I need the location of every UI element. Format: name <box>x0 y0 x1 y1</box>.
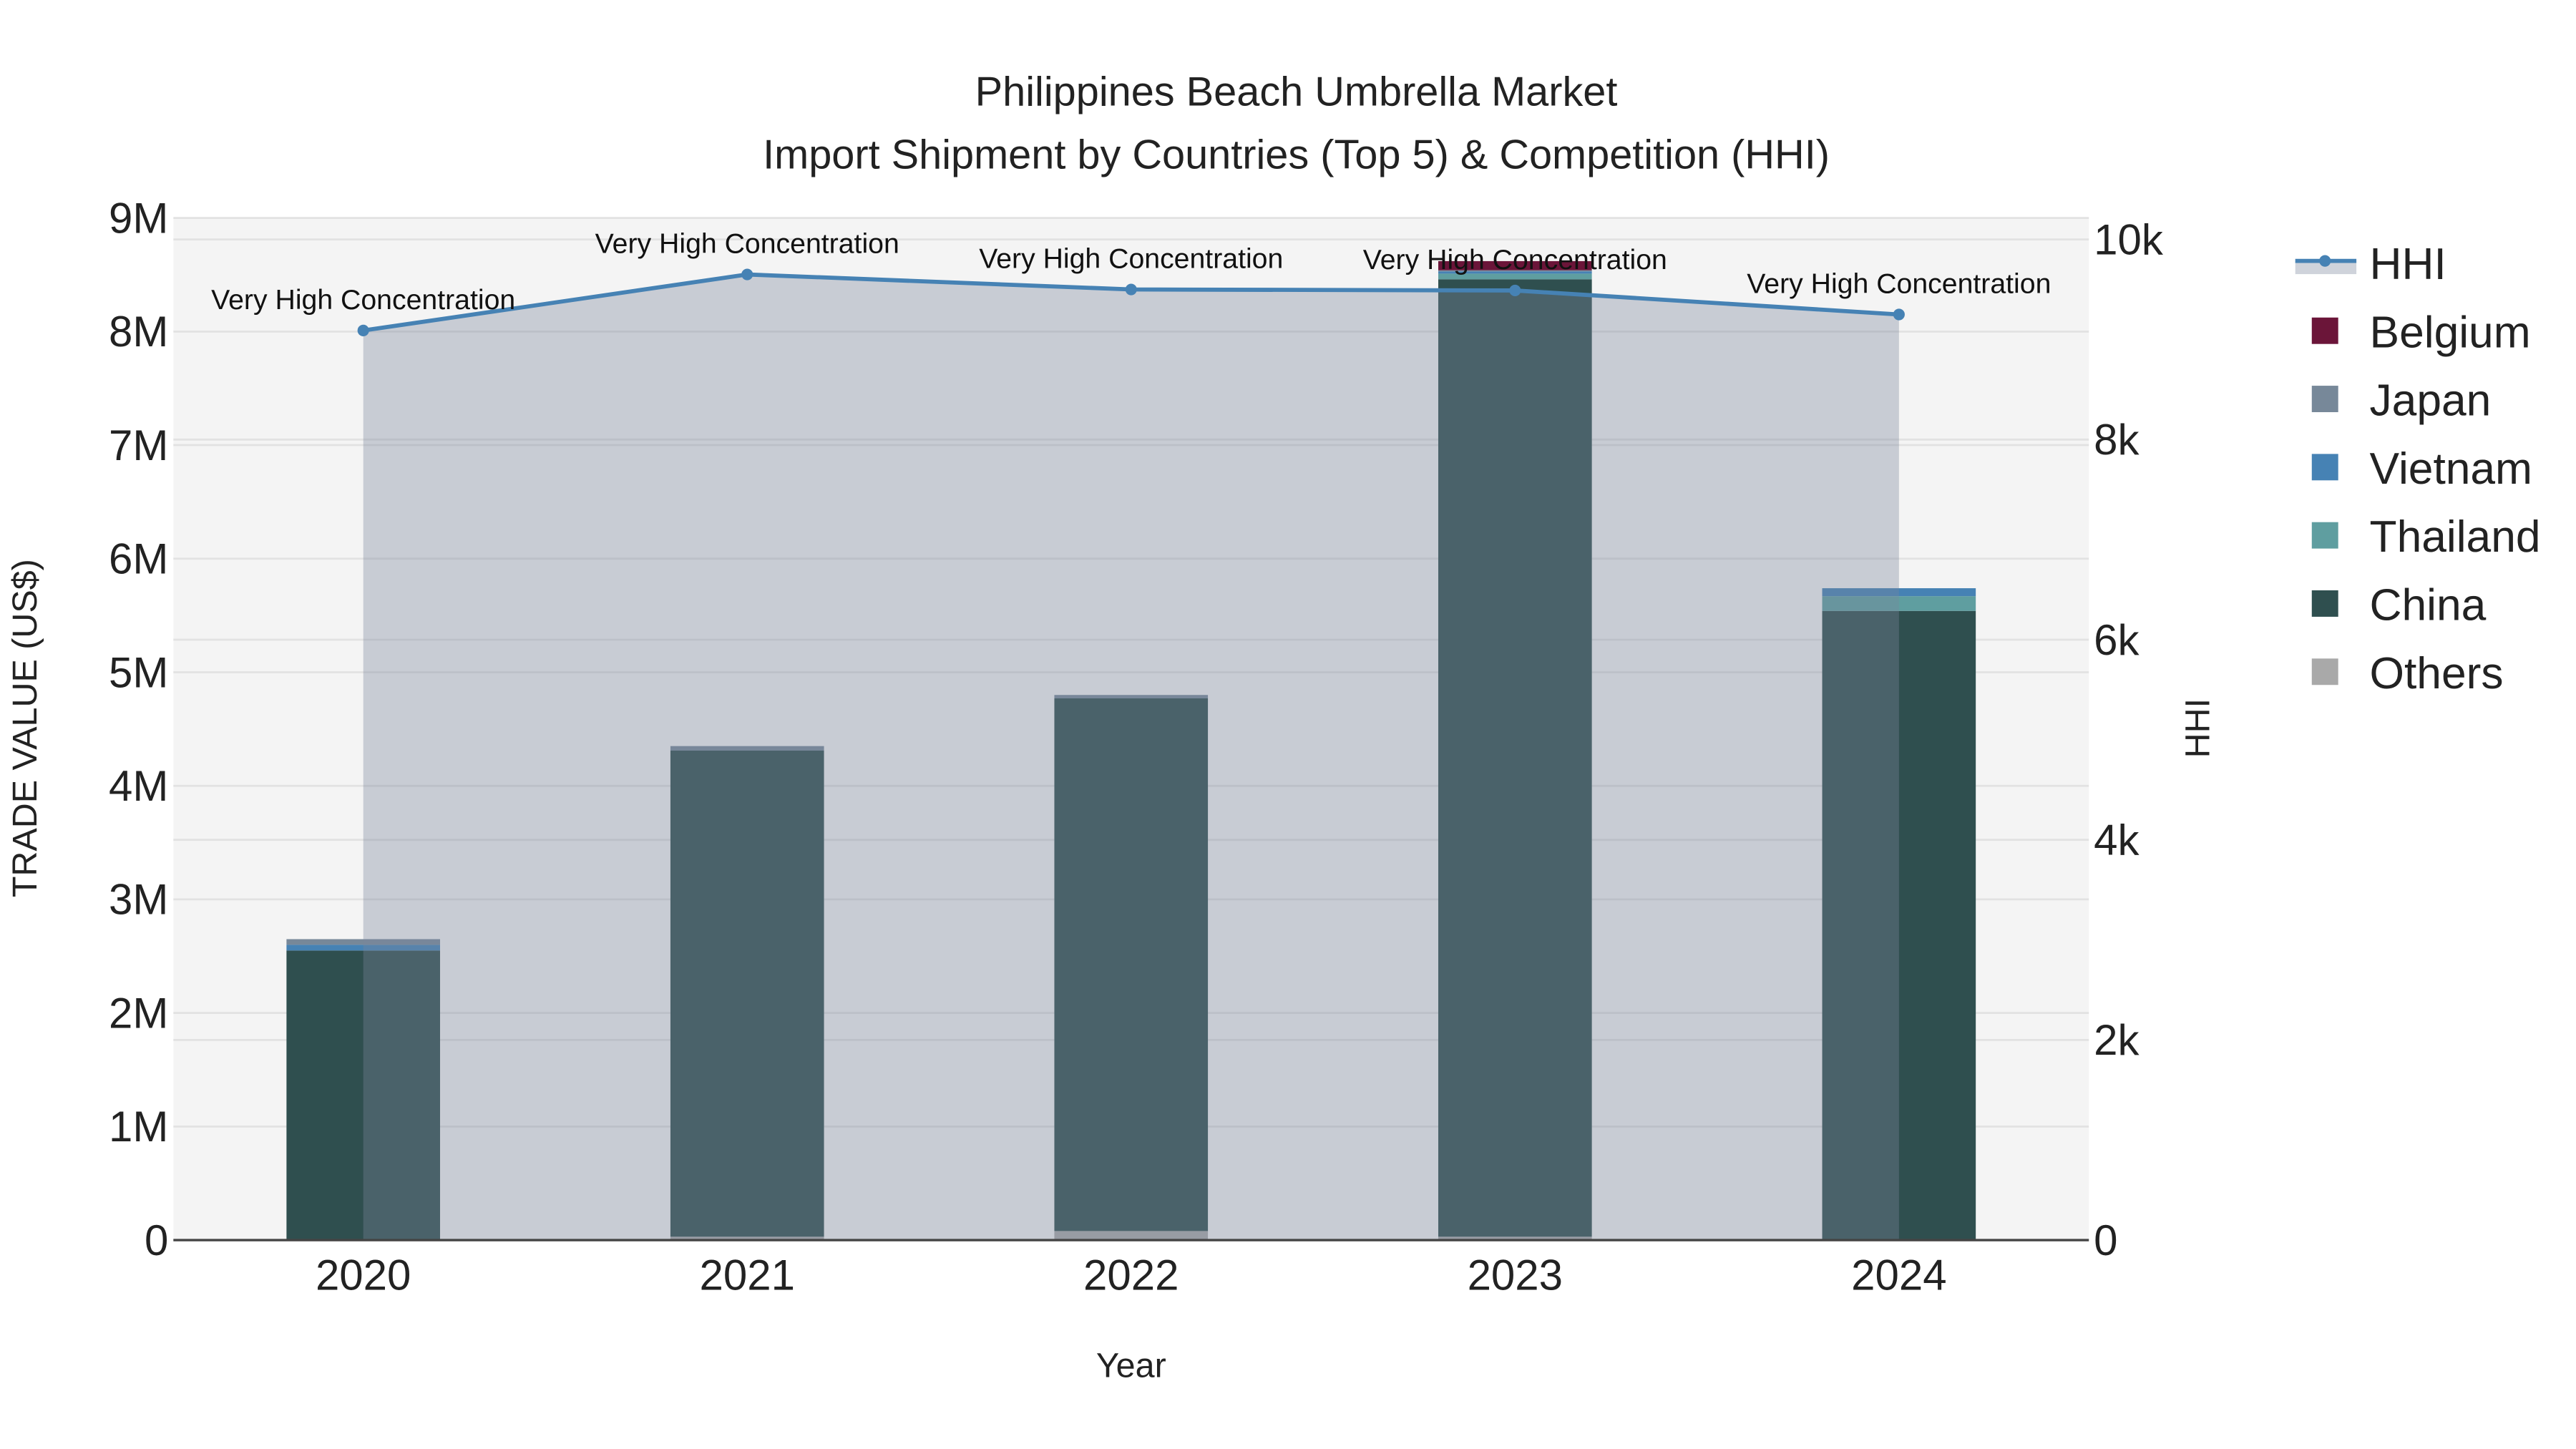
hhi-point <box>357 324 369 336</box>
y-tick-label: 2M <box>109 989 168 1037</box>
y-tick-label: 9M <box>109 194 168 242</box>
y-axis-title: TRADE VALUE (US$) <box>6 559 44 897</box>
x-tick-label: 2020 <box>316 1251 411 1299</box>
legend-swatch-china <box>2311 590 2338 617</box>
y-axis-ticks: 0 1M 2M 3M 4M 5M 6M 7M 8M 9M <box>109 194 168 1264</box>
x-tick-label: 2021 <box>699 1251 794 1299</box>
x-tick-label: 2023 <box>1468 1251 1563 1299</box>
hhi-annotation: Very High Concentration <box>595 228 899 260</box>
hhi-annotation: Very High Concentration <box>979 243 1283 275</box>
y-tick-label: 8M <box>109 308 168 356</box>
y2-tick-label: 6k <box>2094 616 2140 664</box>
legend-swatch-japan <box>2311 386 2338 412</box>
hhi-annotation: Very High Concentration <box>1747 268 2051 300</box>
chart-title-line1: Philippines Beach Umbrella Market <box>975 69 1618 115</box>
hhi-point <box>1509 284 1521 297</box>
y-tick-label: 1M <box>109 1103 168 1151</box>
hhi-point <box>1893 308 1905 321</box>
y2-tick-label: 4k <box>2094 816 2140 864</box>
hhi-area <box>363 274 1899 1241</box>
x-axis-ticks: 2020 2021 2022 2023 2024 <box>316 1251 1947 1299</box>
legend-label-others: Others <box>2370 649 2504 698</box>
x-tick-label: 2024 <box>1851 1251 1946 1299</box>
legend-swatch-thailand <box>2311 522 2338 549</box>
legend-label-belgium: Belgium <box>2370 308 2531 357</box>
y2-tick-label: 8k <box>2094 416 2140 464</box>
legend-swatch-others <box>2311 658 2338 686</box>
y2-axis-ticks: 0 2k 4k 6k 8k 10k <box>2094 215 2164 1264</box>
hhi-series: Very High Concentration Very High Concent… <box>211 228 2051 1241</box>
y-tick-label: 4M <box>109 762 168 810</box>
y2-tick-label: 10k <box>2094 215 2164 263</box>
y-tick-label: 5M <box>109 648 168 696</box>
legend-label-thailand: Thailand <box>2370 512 2541 562</box>
y-tick-label: 6M <box>109 535 168 583</box>
hhi-annotation: Very High Concentration <box>211 284 515 316</box>
legend-swatch-belgium <box>2311 317 2338 344</box>
chart-title-line2: Import Shipment by Countries (Top 5) & C… <box>763 132 1830 177</box>
legend-label-china: China <box>2370 581 2487 630</box>
legend-hhi-marker <box>2319 255 2331 267</box>
hhi-annotation: Very High Concentration <box>1363 244 1667 275</box>
x-tick-label: 2022 <box>1083 1251 1179 1299</box>
legend-swatch-vietnam <box>2311 454 2338 481</box>
hhi-point <box>1125 283 1137 296</box>
legend: HHI Belgium Japan Vietnam Thailand China Other… <box>2295 240 2541 698</box>
y-tick-label: 0 <box>145 1216 168 1264</box>
legend-label-hhi: HHI <box>2370 240 2446 289</box>
y2-tick-label: 0 <box>2094 1216 2117 1264</box>
y-tick-label: 7M <box>109 421 168 469</box>
legend-label-japan: Japan <box>2370 376 2492 426</box>
x-axis-title: Year <box>1096 1347 1166 1385</box>
y2-tick-label: 2k <box>2094 1016 2140 1064</box>
legend-label-vietnam: Vietnam <box>2370 444 2532 494</box>
y2-axis-title: HHI <box>2179 698 2218 758</box>
y-tick-label: 3M <box>109 876 168 924</box>
chart: Philippines Beach Umbrella Market Import… <box>6 69 2541 1385</box>
hhi-point <box>741 268 753 280</box>
